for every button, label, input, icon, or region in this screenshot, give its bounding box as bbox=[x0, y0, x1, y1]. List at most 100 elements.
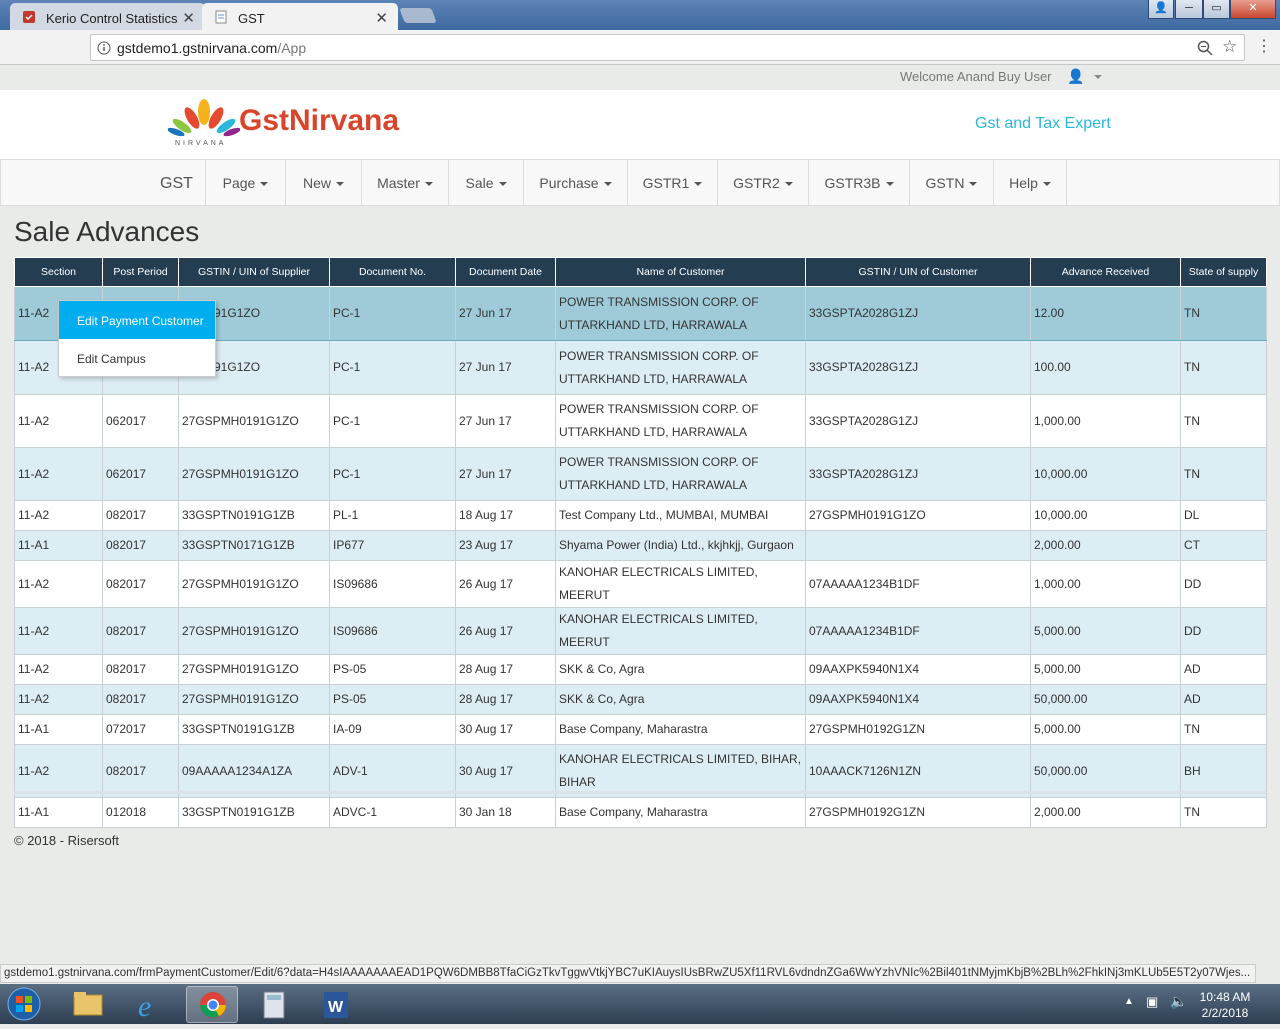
column-header[interactable]: Section bbox=[14, 257, 103, 287]
menu-master[interactable]: Master bbox=[361, 160, 448, 205]
table-row[interactable]: 11-A2 082017 09AAAAA1234A1ZA ADV-1 30 Aug 17… bbox=[14, 744, 1267, 798]
cell-advance-received: 2,000.00 bbox=[1030, 530, 1181, 561]
cell-post-period: 082017 bbox=[102, 654, 179, 685]
system-clock[interactable]: 10:48 AM 2/2/2018 bbox=[1195, 989, 1255, 1021]
cell-supplier-gstin: 33GSPTN0191G1ZB bbox=[178, 714, 330, 745]
menu-purchase[interactable]: Purchase bbox=[523, 160, 627, 205]
menu-gstr2[interactable]: GSTR2 bbox=[717, 160, 808, 205]
clock-date: 2/2/2018 bbox=[1201, 1006, 1249, 1020]
table-row[interactable]: 11-A2 082017 27GSPMH0191G1ZO PS-05 28 Aug 17… bbox=[14, 684, 1267, 715]
close-tab-icon[interactable]: ✕ bbox=[182, 9, 195, 27]
menu-help[interactable]: Help bbox=[993, 160, 1067, 205]
table-row[interactable]: 11-A2 062017 27GSPMH0191G1ZO PC-1 27 Jun 17 P… bbox=[14, 447, 1267, 501]
cell-section: 11-A2 bbox=[14, 447, 103, 501]
edit-campus-menu-item[interactable]: Edit Campus bbox=[59, 339, 215, 377]
menu-dots-icon[interactable]: ⋮ bbox=[1256, 36, 1272, 56]
column-header[interactable]: GSTIN / UIN of Supplier bbox=[178, 257, 330, 287]
cell-advance-received: 50,000.00 bbox=[1030, 684, 1181, 715]
cell-customer-name: SKK & Co, Agra bbox=[555, 684, 806, 715]
menu-new[interactable]: New bbox=[285, 160, 361, 205]
lotus-logo-icon[interactable] bbox=[168, 98, 240, 142]
maximize-button[interactable]: ▭ bbox=[1203, 0, 1230, 19]
cell-section: 11-A2 bbox=[14, 684, 103, 715]
minimize-button[interactable]: ─ bbox=[1175, 0, 1203, 19]
cell-state-of-supply: TN bbox=[1180, 447, 1267, 501]
cell-supplier-gstin: 27GSPMH0191G1ZO bbox=[178, 684, 330, 715]
cell-customer-name: POWER TRANSMISSION CORP. OF UTTARKHAND LT… bbox=[555, 447, 806, 501]
cell-section: 11-A2 bbox=[14, 394, 103, 448]
table-row[interactable]: 11-A2 062017 27GSPMH0191G1ZO PC-1 27 Jun 17 P… bbox=[14, 394, 1267, 448]
edit-payment-customer-menu-item[interactable]: Edit Payment Customer bbox=[59, 301, 215, 339]
column-header[interactable]: Name of Customer bbox=[555, 257, 806, 287]
menu-gstr3b[interactable]: GSTR3B bbox=[808, 160, 909, 205]
cell-customer-gstin: 07AAAAA1234B1DF bbox=[805, 560, 1031, 608]
volume-icon[interactable]: 🔈 bbox=[1170, 993, 1187, 1010]
column-header[interactable]: State of supply bbox=[1180, 257, 1267, 287]
user-menu[interactable]: 👤 bbox=[1067, 68, 1103, 85]
cell-customer-gstin: 27GSPMH0192G1ZN bbox=[805, 797, 1031, 828]
clock-time: 10:48 AM bbox=[1199, 990, 1251, 1004]
zoom-icon[interactable] bbox=[1197, 40, 1213, 56]
table-row[interactable]: 11-A2 082017 33GSPTN0191G1ZB PL-1 18 Aug 17 T… bbox=[14, 500, 1267, 531]
new-tab-button[interactable] bbox=[399, 8, 437, 23]
column-header[interactable]: Post Period bbox=[102, 257, 179, 287]
menu-gstr1[interactable]: GSTR1 bbox=[627, 160, 717, 205]
cell-customer-gstin: 27GSPMH0191G1ZO bbox=[805, 500, 1031, 531]
network-icon[interactable]: ▣ bbox=[1146, 994, 1158, 1010]
page-title: Sale Advances bbox=[14, 216, 200, 247]
word-icon[interactable]: W bbox=[310, 986, 362, 1023]
url-input[interactable]: gstdemo1.gstnirvana.com/App ☆ bbox=[90, 34, 1245, 61]
cell-customer-name: KANOHAR ELECTRICALS LIMITED, MEERUT bbox=[555, 560, 806, 608]
cell-document-no: PC-1 bbox=[329, 447, 456, 501]
windows-start-icon[interactable] bbox=[4, 987, 44, 1021]
user-profile-button[interactable]: 👤 bbox=[1148, 0, 1174, 19]
customer-name-line: Base Company, Maharastra bbox=[559, 722, 708, 736]
cell-post-period: 012018 bbox=[102, 797, 179, 828]
table-header-row: Section Post Period GSTIN / UIN of Suppl… bbox=[14, 257, 1267, 287]
bookmark-star-icon[interactable]: ☆ bbox=[1222, 37, 1237, 57]
table-row[interactable]: 11-A2 082017 27GSPMH0191G1ZO IS09686 26 Aug … bbox=[14, 560, 1267, 608]
table-row[interactable]: 11-A1 082017 33GSPTN0171G1ZB IP677 23 Aug 17… bbox=[14, 530, 1267, 561]
table-row[interactable]: 11-A2 082017 27GSPMH0191G1ZO PS-05 28 Aug 17… bbox=[14, 654, 1267, 685]
main-navbar: GST Page New Master Sale Purchase GSTR1 … bbox=[0, 159, 1280, 206]
cell-document-no: IA-09 bbox=[329, 714, 456, 745]
nav-brand[interactable]: GST bbox=[160, 175, 193, 193]
cell-customer-name: POWER TRANSMISSION CORP. OF UTTARKHAND LT… bbox=[555, 340, 806, 395]
tab-gst[interactable]: GST ✕ bbox=[202, 3, 398, 31]
customer-name-line: UTTARKHAND LTD, HARRAWALA bbox=[559, 425, 748, 439]
info-icon[interactable] bbox=[97, 41, 111, 55]
cell-advance-received: 5,000.00 bbox=[1030, 714, 1181, 745]
close-tab-icon[interactable]: ✕ bbox=[375, 9, 388, 27]
cell-post-period: 062017 bbox=[102, 394, 179, 448]
internet-explorer-icon[interactable]: e bbox=[124, 986, 176, 1023]
menu-gstn[interactable]: GSTN bbox=[909, 160, 993, 205]
tab-label: GST bbox=[238, 11, 265, 26]
cell-document-no: PC-1 bbox=[329, 394, 456, 448]
column-header[interactable]: GSTIN / UIN of Customer bbox=[805, 257, 1031, 287]
customer-name-line: UTTARKHAND LTD, HARRAWALA bbox=[559, 371, 748, 386]
table-row[interactable]: 11-A1 072017 33GSPTN0191G1ZB IA-09 30 Aug 17… bbox=[14, 714, 1267, 745]
table-row[interactable]: 11-A2 082017 27GSPMH0191G1ZO IS09686 26 Aug … bbox=[14, 607, 1267, 655]
cell-document-date: 28 Aug 17 bbox=[455, 684, 556, 715]
cell-customer-name: SKK & Co, Agra bbox=[555, 654, 806, 685]
cell-document-no: PS-05 bbox=[329, 684, 456, 715]
cell-document-date: 27 Jun 17 bbox=[455, 340, 556, 395]
column-header[interactable]: Document Date bbox=[455, 257, 556, 287]
calculator-icon[interactable] bbox=[248, 986, 300, 1023]
tray-arrow-icon[interactable]: ▲ bbox=[1124, 996, 1134, 1007]
chrome-icon[interactable] bbox=[186, 986, 238, 1023]
cell-document-no: PS-05 bbox=[329, 654, 456, 685]
menu-sale[interactable]: Sale bbox=[448, 160, 523, 205]
cell-customer-gstin: 09AAXPK5940N1X4 bbox=[805, 684, 1031, 715]
window-close-button[interactable]: ✕ bbox=[1230, 0, 1276, 19]
column-header[interactable]: Advance Received bbox=[1030, 257, 1181, 287]
cell-customer-gstin: 33GSPTA2028G1ZJ bbox=[805, 394, 1031, 448]
file-explorer-icon[interactable] bbox=[62, 986, 114, 1023]
column-header[interactable]: Document No. bbox=[329, 257, 456, 287]
menu-page[interactable]: Page bbox=[205, 160, 285, 205]
table-row[interactable]: 11-A1 012018 33GSPTN0191G1ZB ADVC-1 30 Jan 1… bbox=[14, 797, 1267, 828]
customer-name-line: UTTARKHAND LTD, HARRAWALA bbox=[559, 478, 748, 492]
tagline: Gst and Tax Expert bbox=[975, 115, 1111, 132]
tab-kerio-control[interactable]: Kerio Control Statistics ✕ bbox=[10, 3, 205, 31]
cell-section: 11-A1 bbox=[14, 714, 103, 745]
